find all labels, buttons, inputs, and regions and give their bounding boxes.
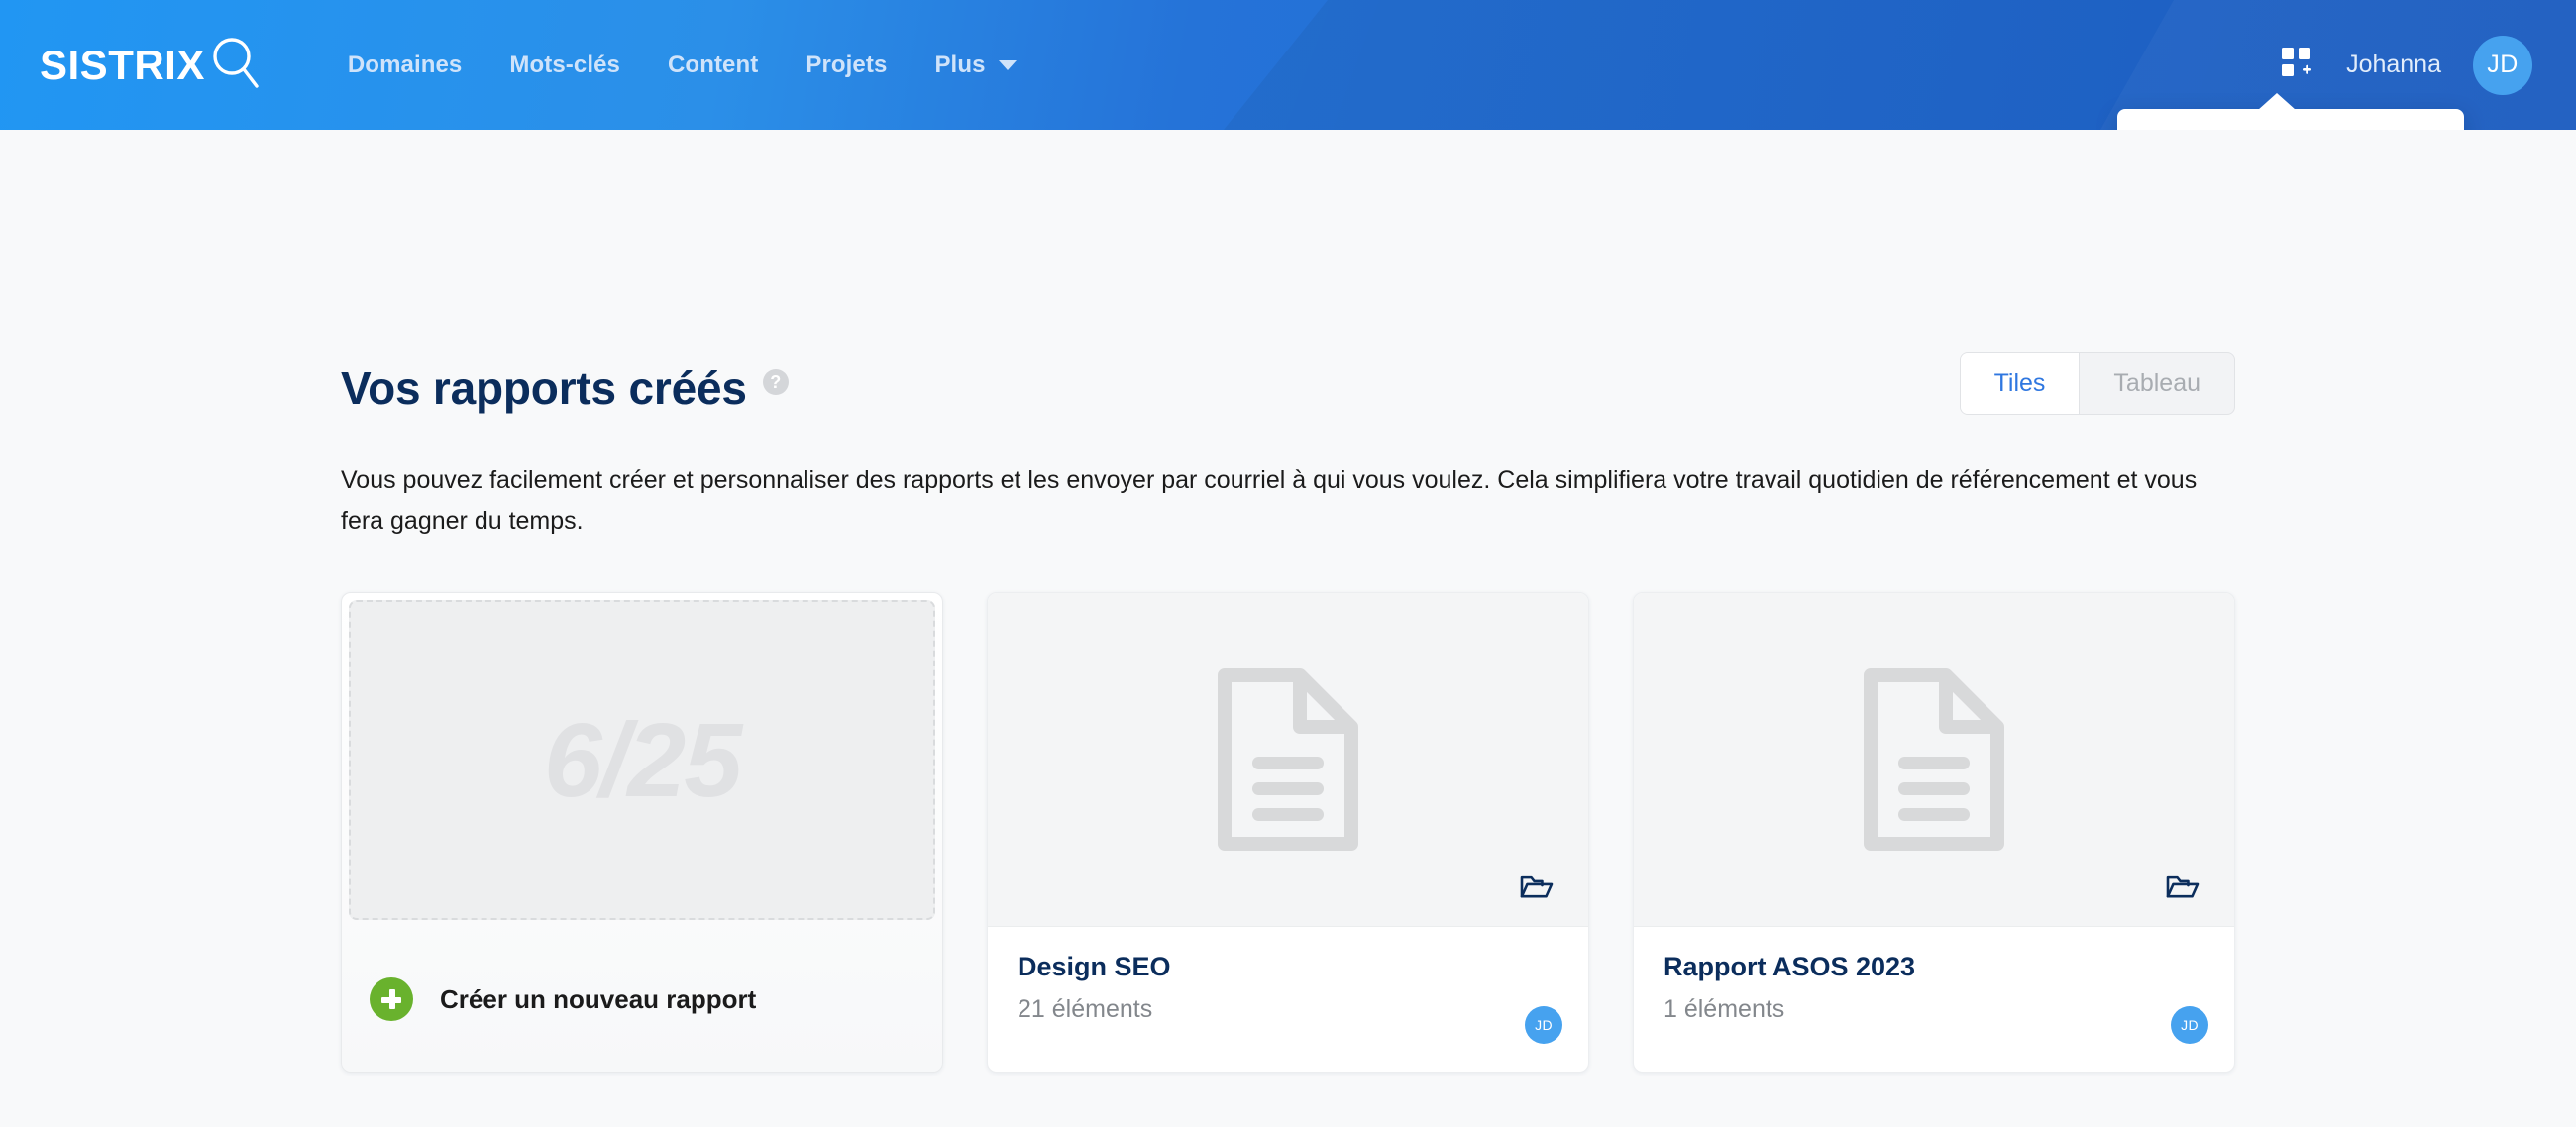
view-mode-toggle: Tiles Tableau — [1959, 352, 2235, 415]
quota-thumbnail: 6/25 — [349, 600, 935, 920]
report-card-body: Rapport ASOS 2023 1 éléments JD — [1634, 927, 2234, 1066]
report-thumbnail — [988, 593, 1588, 927]
create-report-card[interactable]: 6/25 Créer un nouveau rapport — [341, 592, 943, 1073]
report-thumbnail — [1634, 593, 2234, 927]
plus-circle-icon — [370, 977, 413, 1021]
report-title: Rapport ASOS 2023 — [1664, 952, 1916, 981]
apps-dropdown-menu: Tableaux de bord Rapports — [2117, 93, 2464, 130]
report-element-count: 21 éléments — [1018, 994, 1153, 1023]
grid-plus-icon[interactable] — [2281, 47, 2312, 83]
nav-item-domaines[interactable]: Domaines — [324, 42, 486, 89]
report-card[interactable]: Design SEO 21 éléments JD — [987, 592, 1589, 1073]
chevron-down-icon — [998, 59, 1017, 70]
nav-item-projets[interactable]: Projets — [782, 42, 911, 89]
main-content: Vos rapports créés ? Tiles Tableau Vous … — [0, 352, 2576, 1073]
user-name[interactable]: Johanna — [2346, 51, 2441, 79]
tab-tiles[interactable]: Tiles — [1960, 353, 2081, 414]
report-card[interactable]: Rapport ASOS 2023 1 éléments JD — [1633, 592, 2235, 1073]
avatar[interactable]: JD — [2473, 35, 2532, 95]
header-user-area: Johanna JD — [2281, 35, 2538, 95]
nav-label: Content — [668, 51, 759, 78]
nav-item-plus[interactable]: Plus — [911, 42, 1039, 89]
folder-open-icon[interactable] — [1519, 871, 1555, 906]
page-header-row: Vos rapports créés ? Tiles Tableau — [341, 352, 2235, 415]
avatar: JD — [1525, 1006, 1562, 1044]
sistrix-logo[interactable]: SISTRIX — [40, 33, 263, 97]
page-title: Vos rapports créés — [341, 362, 747, 414]
page-description: Vous pouvez facilement créer et personna… — [341, 466, 2198, 535]
report-card-body: Design SEO 21 éléments JD — [988, 927, 1588, 1066]
quota-counter: 6/25 — [543, 701, 742, 819]
report-title: Design SEO — [1018, 952, 1171, 981]
nav-label: Projets — [805, 51, 888, 78]
tab-tableau[interactable]: Tableau — [2080, 353, 2234, 414]
dropdown-arrow — [2258, 93, 2296, 110]
help-icon[interactable]: ? — [762, 369, 789, 395]
report-element-count: 1 éléments — [1664, 994, 1785, 1023]
nav-item-mots-cles[interactable]: Mots-clés — [485, 42, 644, 89]
magnifier-icon — [207, 33, 263, 97]
folder-open-icon[interactable] — [2165, 871, 2200, 906]
create-report-button[interactable]: Créer un nouveau rapport — [342, 927, 942, 1072]
avatar: JD — [2171, 1006, 2208, 1044]
nav-label: Mots-clés — [509, 51, 620, 78]
dropdown-item-tableaux-de-bord[interactable]: Tableaux de bord — [2131, 125, 2450, 130]
nav-label: Plus — [934, 51, 986, 78]
document-icon — [1209, 667, 1367, 852]
nav-item-content[interactable]: Content — [644, 42, 782, 89]
nav-label: Domaines — [347, 51, 463, 78]
reports-grid: 6/25 Créer un nouveau rapport Design SEO… — [341, 592, 2235, 1073]
app-header: SISTRIX Domaines Mots-clés Content Proje… — [0, 0, 2576, 130]
document-icon — [1855, 667, 2013, 852]
logo-text: SISTRIX — [40, 41, 205, 88]
create-report-label: Créer un nouveau rapport — [440, 983, 757, 1014]
main-navigation: Domaines Mots-clés Content Projets Plus — [324, 42, 1040, 89]
